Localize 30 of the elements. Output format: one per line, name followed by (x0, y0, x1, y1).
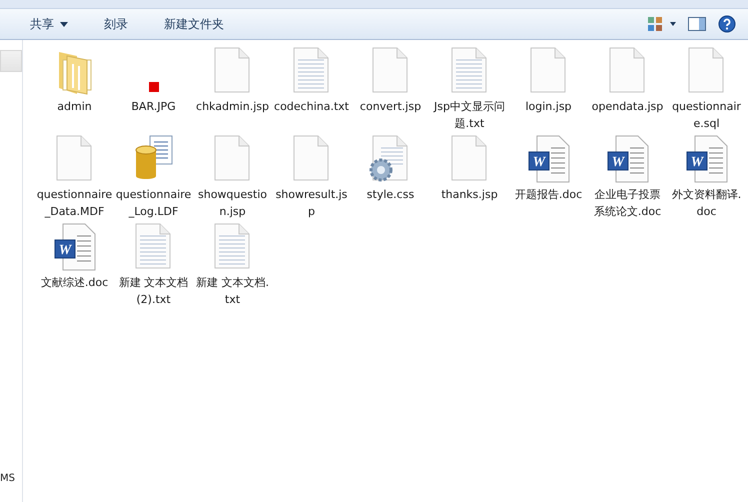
toolbar-button[interactable]: 新建文件夹 (156, 12, 232, 36)
file-name[interactable]: codechina.txt (274, 98, 350, 115)
file-name[interactable]: 开题报告.doc (510, 186, 586, 203)
file-name[interactable]: Jsp中文显示问题.txt (432, 98, 508, 132)
file-name[interactable]: login.jsp (510, 98, 586, 115)
preview-pane-button[interactable] (688, 17, 706, 31)
file-name[interactable]: chkadmin.jsp (194, 98, 270, 115)
file-name[interactable]: showquestion.jsp (194, 186, 270, 220)
image-thumbnail-icon (148, 82, 158, 92)
file-name[interactable]: showresult.jsp (274, 186, 350, 220)
file-name[interactable]: 外文资料翻译.doc (668, 186, 744, 220)
file-name[interactable]: questionnaire_Log.LDF (116, 186, 192, 220)
file-name[interactable]: opendata.jsp (590, 98, 666, 115)
toolbar-button[interactable]: 刻录 (96, 12, 136, 36)
file-name[interactable]: 新建 文本文档 (2).txt (116, 274, 192, 308)
sidebar-item[interactable]: MS (0, 468, 22, 488)
file-name[interactable]: 企业电子投票系统论文.doc (590, 186, 666, 220)
file-name[interactable]: style.css (352, 186, 428, 203)
file-name[interactable]: 文献综述.doc (36, 274, 112, 291)
file-name[interactable]: questionnaire_Data.MDF (36, 186, 112, 220)
file-name[interactable]: BAR.JPG (116, 98, 192, 115)
file-name[interactable]: admin (36, 98, 112, 115)
file-name[interactable]: 新建 文本文档.txt (194, 274, 270, 308)
file-name[interactable]: thanks.jsp (432, 186, 508, 203)
toolbar-button[interactable]: 共享 (22, 12, 76, 36)
view-options-button[interactable] (648, 17, 676, 31)
file-name[interactable]: questionnaire.sql (668, 98, 744, 132)
caret-icon (60, 22, 68, 26)
file-name[interactable]: convert.jsp (352, 98, 428, 115)
help-icon[interactable] (718, 15, 736, 33)
